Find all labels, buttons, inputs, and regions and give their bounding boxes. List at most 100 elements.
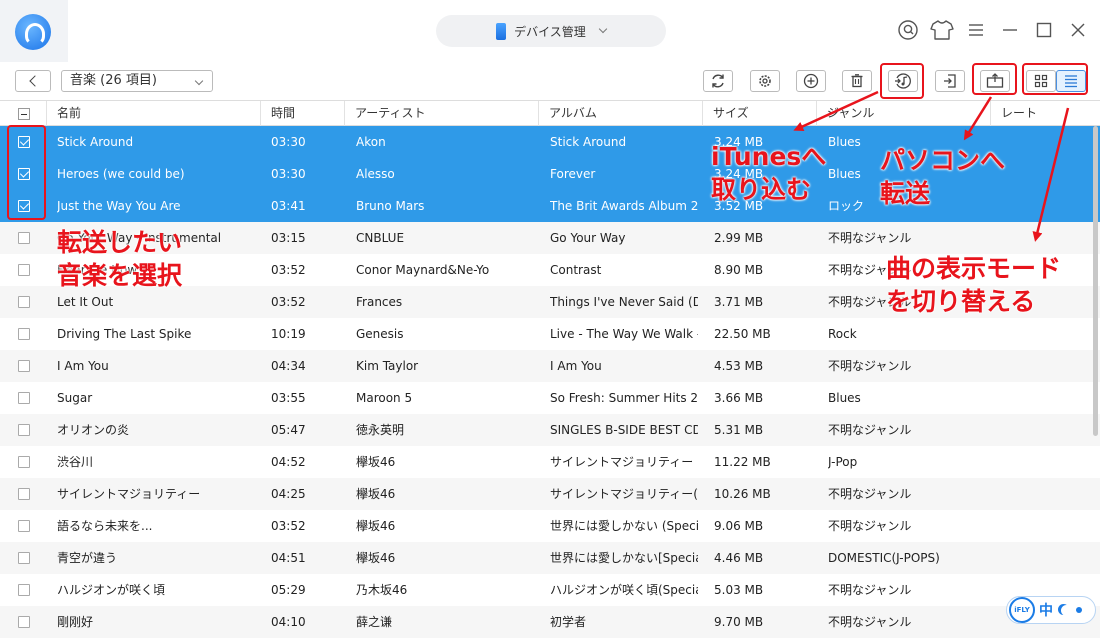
table-row[interactable]: 語るなら未来を... 03:52 欅坂46 世界には愛しかない (Specia... 9… (0, 510, 1100, 542)
delete-button[interactable] (842, 70, 872, 92)
plus-circle-icon (803, 73, 819, 89)
back-button[interactable] (15, 70, 51, 92)
ime-language-indicator[interactable]: 中 (1039, 600, 1053, 620)
list-view-button[interactable] (1056, 70, 1086, 92)
moon-icon[interactable] (1061, 605, 1072, 616)
trash-icon (851, 74, 863, 88)
row-checkbox[interactable] (18, 552, 30, 564)
category-select-value: 音楽 (26 項目) (70, 73, 157, 88)
table-row[interactable]: Heroes (we could be) 03:30 Alesso Forever 3.… (0, 158, 1100, 190)
category-select[interactable]: 音楽 (26 項目) (61, 70, 213, 92)
cell-genre: 不明なジャンル (828, 263, 912, 277)
column-header-name[interactable]: 名前 (46, 101, 260, 126)
menu-icon[interactable] (964, 18, 988, 42)
table-row[interactable]: オリオンの炎 05:47 徳永英明 SINGLES B-SIDE BEST CD2 5.… (0, 414, 1100, 446)
cell-artist: Bruno Mars (356, 199, 425, 213)
row-checkbox[interactable] (18, 584, 30, 596)
row-checkbox[interactable] (18, 616, 30, 628)
row-checkbox[interactable] (18, 456, 30, 468)
column-header-genre[interactable]: ジャンル (816, 101, 990, 126)
search-icon[interactable] (896, 18, 920, 42)
close-icon[interactable] (1066, 18, 1090, 42)
minimize-icon[interactable] (998, 18, 1022, 42)
maximize-icon[interactable] (1032, 18, 1056, 42)
import-button[interactable] (935, 70, 965, 92)
row-checkbox[interactable] (18, 200, 30, 212)
column-header-rating[interactable]: レート (990, 101, 1100, 126)
cell-time: 04:52 (271, 455, 306, 469)
cell-name: サイレントマジョリティー (57, 487, 201, 501)
column-header-album[interactable]: アルバム (538, 101, 702, 126)
title-bar: デバイス管理 (0, 0, 1100, 62)
scrollbar[interactable] (1093, 126, 1098, 436)
table-row[interactable]: ハルジオンが咲く頃 05:29 乃木坂46 ハルジオンが咲く頃(Specia... 5.… (0, 574, 1100, 606)
table-row[interactable]: サイレントマジョリティー 04:25 欅坂46 サイレントマジョリティー(TYPE..… (0, 478, 1100, 510)
cell-album: Live - The Way We Walk -... (550, 327, 698, 341)
table-row[interactable]: 渋谷川 04:52 欅坂46 サイレントマジョリティー (Spec... 11.22 M… (0, 446, 1100, 478)
table-row[interactable]: Just the Way You Are 03:41 Bruno Mars The B… (0, 190, 1100, 222)
cell-album: I Am You (550, 359, 602, 373)
cell-size: 11.22 MB (714, 455, 771, 469)
cell-time: 05:47 (271, 423, 306, 437)
row-checkbox[interactable] (18, 168, 30, 180)
table-row[interactable]: I Am You 04:34 Kim Taylor I Am You 4.53 MB 不明… (0, 350, 1100, 382)
table-row[interactable]: Sugar 03:55 Maroon 5 So Fresh: Summer Hits … (0, 382, 1100, 414)
table-row[interactable]: Hear Me Now 03:52 Conor Maynard&Ne-Yo Contr… (0, 254, 1100, 286)
to-itunes-button[interactable] (888, 70, 918, 92)
chevron-down-icon (598, 24, 608, 34)
row-checkbox[interactable] (18, 232, 30, 244)
cell-size: 4.53 MB (714, 359, 764, 373)
cell-genre: 不明なジャンル (828, 487, 912, 501)
device-manager-dropdown[interactable]: デバイス管理 (436, 15, 666, 47)
column-header-time[interactable]: 時間 (260, 101, 344, 126)
grid-view-button[interactable] (1026, 70, 1056, 92)
cell-album: サイレントマジョリティー(TYPE... (550, 487, 698, 501)
cell-genre: 不明なジャンル (828, 519, 912, 533)
table-row[interactable]: 青空が違う 04:51 欅坂46 世界には愛しかない[Special... 4.46 M… (0, 542, 1100, 574)
cell-name: 渋谷川 (57, 455, 94, 469)
phone-icon (496, 22, 507, 40)
row-checkbox[interactable] (18, 296, 30, 308)
to-pc-button[interactable] (980, 70, 1010, 92)
column-header-size[interactable]: サイズ (702, 101, 816, 126)
tshirt-icon[interactable] (930, 18, 954, 42)
cell-size: 8.90 MB (714, 263, 764, 277)
column-header-artist[interactable]: アーティスト (344, 101, 538, 126)
select-all-checkbox[interactable] (18, 108, 30, 120)
row-checkbox[interactable] (18, 328, 30, 340)
row-checkbox[interactable] (18, 136, 30, 148)
cell-name: 青空が違う (57, 551, 118, 565)
cell-name: Sugar (57, 391, 93, 405)
app-window: デバイス管理 音楽 (26 項目) 名前 時間 アーティスト アルバム サイズ … (0, 0, 1100, 640)
row-checkbox[interactable] (18, 424, 30, 436)
settings-button[interactable] (750, 70, 780, 92)
cell-size: 9.06 MB (714, 519, 764, 533)
cell-name: Just the Way You Are (57, 199, 181, 213)
row-checkbox[interactable] (18, 488, 30, 500)
table-row[interactable]: Go Your Way - Instrumental 03:15 CNBLUE Go … (0, 222, 1100, 254)
add-button[interactable] (796, 70, 826, 92)
row-checkbox[interactable] (18, 264, 30, 276)
cell-name: 語るなら未来を... (57, 519, 153, 533)
row-checkbox[interactable] (18, 360, 30, 372)
cell-artist: Maroon 5 (356, 391, 413, 405)
cell-size: 22.50 MB (714, 327, 771, 341)
cell-album: SINGLES B-SIDE BEST CD2 (550, 423, 698, 437)
table-row[interactable]: Stick Around 03:30 Akon Stick Around 3.24 MB… (0, 126, 1100, 158)
row-checkbox[interactable] (18, 392, 30, 404)
ifly-ime-widget[interactable]: iFLY 中 (1006, 596, 1096, 624)
cell-artist: 欅坂46 (356, 551, 396, 565)
cell-artist: Genesis (356, 327, 404, 341)
chevron-down-icon (194, 76, 204, 86)
cell-genre: Blues (828, 391, 861, 405)
dot-icon[interactable] (1076, 607, 1082, 613)
table-row[interactable]: Driving The Last Spike 10:19 Genesis Live -… (0, 318, 1100, 350)
refresh-button[interactable] (703, 70, 733, 92)
app-logo-icon (15, 14, 51, 50)
table-row[interactable]: 剛刚好 04:10 薛之谦 初学者 9.70 MB 不明なジャンル (0, 606, 1100, 638)
cell-genre: 不明なジャンル (828, 423, 912, 437)
cell-name: I Am You (57, 359, 109, 373)
row-checkbox[interactable] (18, 520, 30, 532)
table-row[interactable]: Let It Out 03:52 Frances Things I've Never … (0, 286, 1100, 318)
device-title: デバイス管理 (514, 24, 586, 39)
